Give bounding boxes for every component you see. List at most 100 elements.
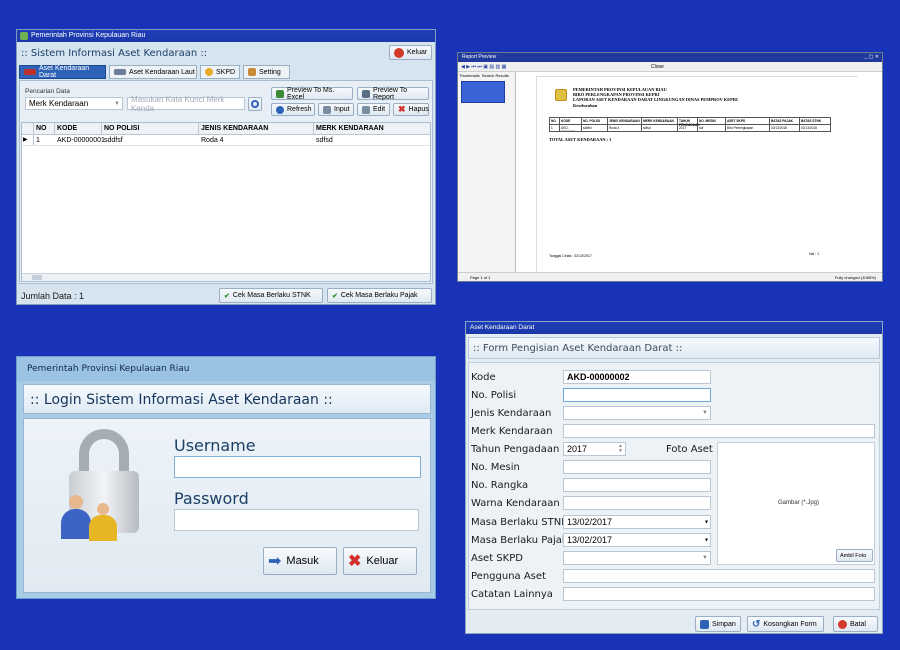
tab-skpd[interactable]: SKPD: [200, 65, 240, 79]
form-header: :: Form Pengisian Aset Kendaraan Darat :…: [473, 343, 683, 354]
close-icon: ✖: [348, 553, 362, 570]
cell-no-polisi: sddfsf: [104, 137, 123, 144]
report-header-row: NO. KODE NO. POLISI JENIS KENDARAAN MERK…: [549, 117, 831, 127]
photo-box: Gambar (*.Jpg) Ambil Foto: [717, 442, 875, 565]
login-keluar-button[interactable]: ✖ Keluar: [343, 547, 417, 575]
horizontal-scrollbar[interactable]: [22, 273, 430, 281]
input-button[interactable]: Input: [318, 103, 354, 116]
simpan-button[interactable]: Simpan: [695, 616, 741, 632]
close-report-button[interactable]: Close: [651, 62, 664, 72]
report-hal: Hal : 1: [809, 252, 820, 256]
preview-report-label: Preview To Report: [373, 86, 408, 101]
label-merk: Merk Kendaraan: [471, 426, 553, 437]
add-icon: [323, 105, 331, 114]
heading-line-4: Keseluruhan: [573, 102, 598, 108]
heading-line-3: LAPORAN ASET KENDARAAN DARAT LINGKUNGAN …: [573, 97, 738, 103]
report-page: PEMERINTAH PROVINSI KEPULAUAN RIAU BIRO …: [536, 76, 858, 272]
report-toolbar: ◀ ▶ ⏮ ⏭ ▣ ▤ ▥ ▦ Close: [458, 62, 882, 72]
password-input[interactable]: [174, 509, 419, 531]
tab-aset-laut[interactable]: Aset Kendaraan Laut: [109, 65, 197, 79]
mesin-input[interactable]: [563, 460, 711, 474]
search-button[interactable]: [248, 97, 262, 111]
tab-aset-darat-label: Aset Kendaraan Darat: [39, 65, 90, 79]
batal-button[interactable]: Batal: [833, 616, 878, 632]
col-no[interactable]: NO: [34, 123, 55, 134]
ambil-foto-label: Ambil Foto: [840, 552, 867, 559]
col-no-polisi[interactable]: NO POLISI: [102, 123, 199, 134]
spinner-icon[interactable]: ▲ ▼: [618, 444, 623, 454]
rcell-jenis: Roda 4: [608, 125, 642, 131]
pengguna-input[interactable]: [563, 569, 875, 583]
refresh-label: Refresh: [287, 106, 312, 113]
data-table: NO KODE NO POLISI JENIS KENDARAAN MERK K…: [21, 122, 431, 282]
edit-icon: [362, 105, 370, 114]
edit-button[interactable]: Edit: [357, 103, 390, 116]
label-skpd: Aset SKPD: [471, 553, 523, 564]
tab-aset-darat[interactable]: Aset Kendaraan Darat: [19, 65, 106, 79]
login-title: Pemerintah Provinsi Kepulauan Riau: [27, 364, 190, 374]
thumbnail-tabs: Thumbnails Search Results: [458, 72, 515, 79]
search-input[interactable]: Masukan Kata Kunci Merk Kenda: [127, 95, 245, 113]
col-merk[interactable]: MERK KENDARAAN: [314, 123, 430, 134]
label-catatan: Catatan Lainnya: [471, 589, 553, 600]
tab-thumbnails[interactable]: Thumbnails: [459, 73, 480, 78]
username-input[interactable]: [174, 456, 421, 478]
stnk-datepicker[interactable]: 13/02/2017 ▾: [563, 515, 711, 529]
tab-skpd-label: SKPD: [216, 68, 236, 76]
user-icon: [205, 68, 213, 76]
no-polisi-input[interactable]: [563, 388, 711, 402]
refresh-button[interactable]: Refresh: [271, 103, 315, 116]
cek-stnk-button[interactable]: ✔ Cek Masa Berlaku STNK: [219, 288, 323, 303]
label-pengguna: Pengguna Aset: [471, 571, 546, 582]
preview-excel-button[interactable]: Preview To Ms. Excel: [271, 87, 353, 101]
car-icon: [24, 69, 36, 75]
scrollbar-thumb[interactable]: [32, 275, 42, 280]
warna-input[interactable]: [563, 496, 711, 510]
merk-input[interactable]: [563, 424, 875, 438]
page-thumbnail[interactable]: [461, 81, 505, 103]
tab-setting[interactable]: Setting: [243, 65, 290, 79]
rangka-input[interactable]: [563, 478, 711, 492]
window-controls-icon[interactable]: _ ▢ ✕: [865, 53, 879, 62]
label-stnk: Masa Berlaku STNK: [471, 517, 568, 528]
tab-aset-laut-label: Aset Kendaraan Laut: [129, 68, 195, 76]
jenis-select[interactable]: ▼: [563, 406, 711, 420]
close-icon: [394, 47, 404, 58]
search-field-value: Merk Kendaraan: [29, 99, 89, 108]
masuk-button[interactable]: ➡ Masuk: [263, 547, 337, 575]
col-kode[interactable]: KODE: [55, 123, 102, 134]
ambil-foto-button[interactable]: Ambil Foto: [836, 549, 873, 562]
col-jenis[interactable]: JENIS KENDARAAN: [199, 123, 314, 134]
rcell-skpd: Biro Perlengkapan: [726, 125, 770, 131]
tab-search-results[interactable]: Search Results: [482, 73, 509, 78]
tahun-value: 2017: [567, 444, 588, 454]
skpd-select[interactable]: ▼: [563, 551, 711, 565]
label-tahun: Tahun Pengadaan: [471, 444, 560, 455]
form-header-box: :: Form Pengisian Aset Kendaraan Darat :…: [468, 337, 880, 359]
report-tanggal: Tanggal Cetak : 02/13/2017: [549, 254, 592, 258]
cancel-icon: [838, 619, 847, 629]
table-row[interactable]: ▶ 1 AKD-00000001 sddfsf Roda 4 sdfsd: [22, 135, 430, 146]
pajak-value: 13/02/2017: [567, 535, 613, 545]
cek-pajak-button[interactable]: ✔ Cek Masa Berlaku Pajak: [327, 288, 432, 303]
pajak-datepicker[interactable]: 13/02/2017 ▾: [563, 533, 711, 547]
user-figure-yellow: [89, 503, 117, 541]
rcell-stnk: 02/13/2018: [801, 126, 817, 130]
hapus-button[interactable]: ✖ Hapus: [393, 103, 429, 116]
report-page-area: PEMERINTAH PROVINSI KEPULAUAN RIAU BIRO …: [516, 72, 878, 272]
nav-arrows-icon[interactable]: ◀ ▶ ⏮ ⏭ ▣ ▤ ▥ ▦: [461, 64, 506, 70]
kosongkan-button[interactable]: ↺ Kosongkan Form: [747, 616, 824, 632]
search-field-select[interactable]: Merk Kendaraan ▼: [25, 97, 123, 110]
rcol-polisi: NO. POLISI: [582, 118, 608, 124]
excel-icon: [276, 89, 284, 98]
kepri-logo: [555, 89, 567, 101]
tahun-stepper[interactable]: 2017 ▲ ▼: [563, 442, 626, 456]
login-header: :: Login Sistem Informasi Aset Kendaraan…: [30, 392, 333, 408]
rcell-merk: sdfsd: [642, 125, 678, 131]
label-foto: Foto Aset: [666, 444, 713, 455]
kosongkan-label: Kosongkan Form: [763, 620, 817, 628]
rcell-no: 1: [550, 125, 560, 131]
catatan-input[interactable]: [563, 587, 875, 601]
keluar-button[interactable]: Keluar: [389, 45, 432, 60]
preview-report-button[interactable]: Preview To Report: [357, 86, 429, 101]
